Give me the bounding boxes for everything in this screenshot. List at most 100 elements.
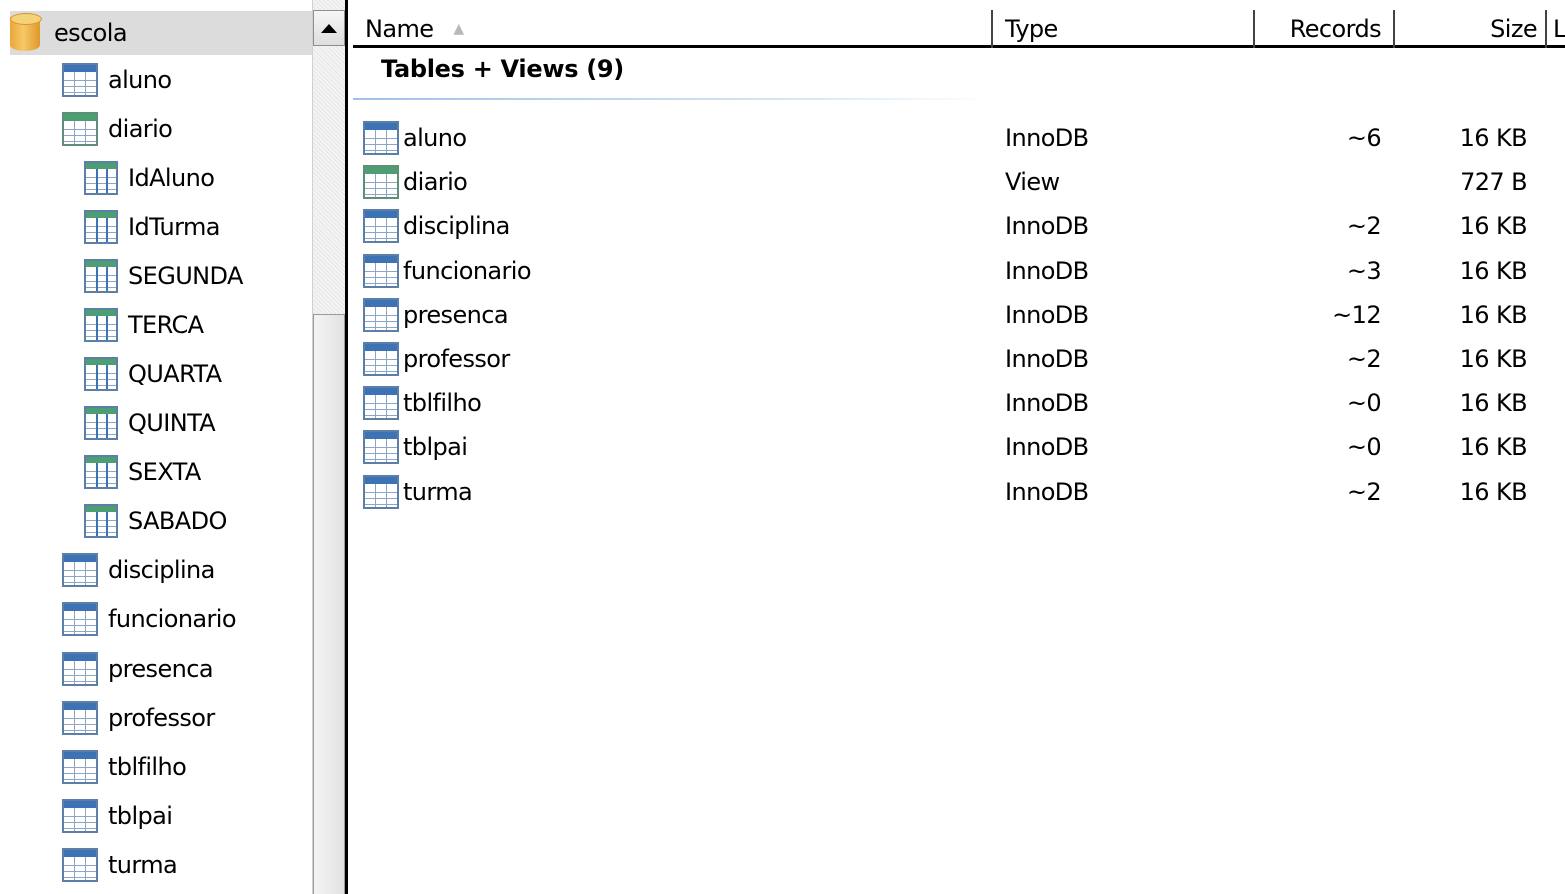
- tree-item-label: SABADO: [128, 507, 227, 535]
- cell-records: ~0: [1346, 433, 1382, 462]
- column-header-label: Name: [365, 15, 434, 43]
- column-icon: [84, 455, 118, 489]
- tree-item-quarta[interactable]: QUARTA: [84, 351, 222, 397]
- tree-item-segunda[interactable]: SEGUNDA: [84, 253, 243, 299]
- table-icon: [62, 602, 98, 636]
- cell-type: InnoDB: [1005, 433, 1089, 462]
- cell-records: [1255, 160, 1381, 204]
- tree-item-label: SEXTA: [128, 458, 201, 486]
- tree-item-disciplina[interactable]: disciplina: [62, 547, 215, 593]
- table-row[interactable]: presenca InnoDB ~12 16 KB: [353, 293, 1565, 337]
- cell-name: tblpai: [403, 433, 468, 462]
- tree-item-turma[interactable]: turma: [62, 842, 178, 888]
- tree-item-label: funcionario: [108, 605, 237, 633]
- scroll-thumb[interactable]: [313, 314, 345, 894]
- column-header-label: Type: [1005, 15, 1058, 43]
- database-tree: escola aluno diario IdAluno IdTurma SEGUNDA T…: [0, 0, 312, 894]
- table-icon: [62, 652, 98, 686]
- table-row[interactable]: diario View 727 B: [353, 160, 1565, 204]
- table-icon: [62, 799, 98, 833]
- tree-item-terca[interactable]: TERCA: [84, 302, 204, 348]
- cell-name: turma: [403, 477, 473, 506]
- view-icon: [62, 112, 98, 146]
- table-icon: [62, 63, 98, 97]
- column-header-records[interactable]: Records: [1255, 10, 1395, 48]
- column-icon: [84, 161, 118, 195]
- cell-size: 16 KB: [1459, 124, 1528, 152]
- tree-item-label: tblfilho: [108, 753, 187, 781]
- cell-type: View: [1005, 168, 1060, 197]
- table-icon: [363, 386, 399, 421]
- cell-name: disciplina: [403, 212, 510, 241]
- cell-size: 16 KB: [1459, 477, 1528, 506]
- cell-name: tblfilho: [403, 389, 482, 418]
- scroll-up-button[interactable]: [313, 10, 345, 46]
- tree-item-tblfilho[interactable]: tblfilho: [62, 744, 187, 790]
- table-row[interactable]: funcionario InnoDB ~3 16 KB: [353, 249, 1565, 293]
- column-icon: [84, 504, 118, 538]
- table-row[interactable]: disciplina InnoDB ~2 16 KB: [353, 204, 1565, 248]
- table-row[interactable]: professor InnoDB ~2 16 KB: [353, 337, 1565, 381]
- cell-type: InnoDB: [1005, 124, 1089, 152]
- table-icon: [62, 553, 98, 587]
- table-icon: [363, 121, 399, 155]
- cell-records: ~12: [1332, 300, 1381, 329]
- table-icon: [62, 701, 98, 735]
- tree-item-label: IdAluno: [128, 164, 215, 192]
- table-icon: [363, 297, 399, 332]
- column-header-label: L: [1553, 15, 1565, 43]
- cell-name: diario: [403, 168, 468, 197]
- tree-item-tblpai[interactable]: tblpai: [62, 793, 173, 839]
- table-icon: [363, 474, 399, 509]
- group-divider: [353, 98, 993, 100]
- cell-records: ~0: [1346, 389, 1382, 418]
- column-header-label: Size: [1490, 15, 1537, 43]
- tree-item-label: tblpai: [108, 802, 173, 830]
- tree-scrollbar[interactable]: [312, 0, 345, 894]
- column-header-more[interactable]: L: [1549, 10, 1565, 48]
- tree-item-label: SEGUNDA: [128, 262, 243, 290]
- tree-item-sabado[interactable]: SABADO: [84, 498, 227, 544]
- cell-size: 16 KB: [1459, 256, 1528, 285]
- column-icon: [84, 259, 118, 293]
- tree-item-funcionario[interactable]: funcionario: [62, 596, 237, 642]
- column-header-label: Records: [1289, 15, 1382, 43]
- column-icon: [84, 308, 118, 342]
- column-header-type[interactable]: Type: [993, 10, 1255, 48]
- table-row[interactable]: turma InnoDB ~2 16 KB: [353, 470, 1565, 514]
- cell-size: 16 KB: [1459, 345, 1528, 373]
- object-list: Name ▲ Type Records Size L Tables + View…: [353, 0, 1565, 894]
- cell-type: InnoDB: [1005, 256, 1089, 285]
- tree-item-aluno[interactable]: aluno: [62, 57, 172, 103]
- tree-item-idturma[interactable]: IdTurma: [84, 204, 220, 250]
- column-header-name[interactable]: Name ▲: [353, 10, 993, 48]
- cell-size: 16 KB: [1459, 212, 1528, 241]
- pane-splitter[interactable]: [345, 0, 353, 894]
- cell-size: 16 KB: [1459, 300, 1528, 329]
- tree-item-presenca[interactable]: presenca: [62, 646, 214, 692]
- tree-item-database[interactable]: escola: [10, 11, 312, 55]
- table-row[interactable]: aluno InnoDB ~6 16 KB: [353, 116, 1565, 160]
- cell-records: ~2: [1346, 477, 1382, 506]
- table-row[interactable]: tblfilho InnoDB ~0 16 KB: [353, 381, 1565, 425]
- column-header-size[interactable]: Size: [1395, 10, 1547, 48]
- tree-item-sexta[interactable]: SEXTA: [84, 449, 201, 495]
- table-row[interactable]: tblpai InnoDB ~0 16 KB: [353, 425, 1565, 469]
- tree-item-idaluno[interactable]: IdAluno: [84, 155, 215, 201]
- tree-item-label: diario: [108, 115, 173, 143]
- cell-size: 16 KB: [1459, 433, 1528, 462]
- cell-type: InnoDB: [1005, 389, 1089, 418]
- column-icon: [84, 210, 118, 244]
- cell-type: InnoDB: [1005, 345, 1089, 373]
- cell-size: 16 KB: [1459, 389, 1528, 418]
- table-icon: [363, 209, 399, 244]
- tree-item-quinta[interactable]: QUINTA: [84, 400, 216, 446]
- cell-size: 727 B: [1460, 168, 1528, 197]
- tree-item-label: QUARTA: [128, 360, 222, 388]
- tree-item-label: escola: [54, 19, 128, 47]
- cell-name: presenca: [403, 300, 509, 329]
- cell-records: ~2: [1346, 345, 1382, 373]
- tree-item-diario[interactable]: diario: [62, 106, 173, 152]
- tree-item-professor[interactable]: professor: [62, 695, 215, 741]
- group-title: Tables + Views (9): [381, 55, 624, 83]
